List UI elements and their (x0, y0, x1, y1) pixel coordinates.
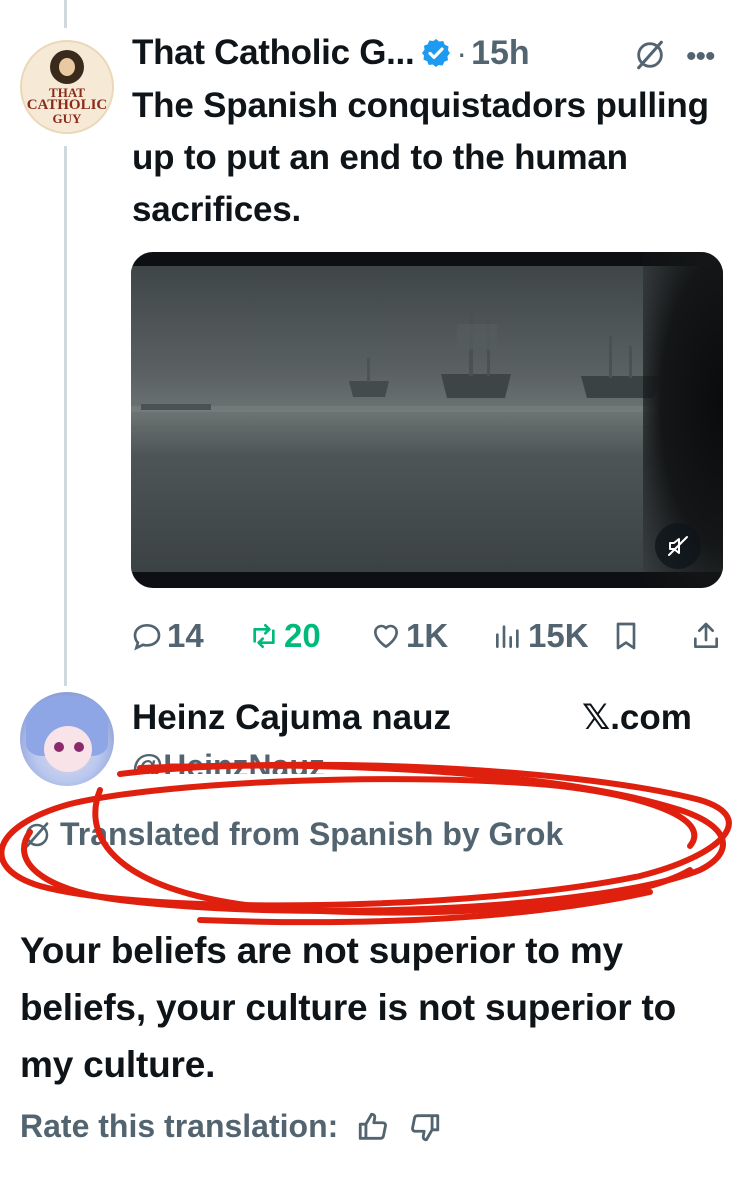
share-icon (694, 622, 718, 648)
tweet-video[interactable] (131, 252, 723, 588)
avatar-eye-right (74, 742, 84, 752)
more-icon[interactable]: ••• (686, 40, 715, 74)
tweet-header: That Catholic G... · 15h (132, 30, 530, 76)
video-scene (131, 266, 723, 572)
repost-button[interactable]: 20 (248, 614, 321, 658)
author-name[interactable]: That Catholic G... (132, 33, 415, 73)
avatar-figure (50, 49, 84, 84)
video-ships-illustration (131, 306, 723, 429)
thread-line (64, 146, 67, 686)
repost-count: 20 (284, 617, 321, 654)
reply-button[interactable]: 14 (131, 614, 204, 658)
reply-count: 14 (167, 617, 204, 654)
avatar-logo-text-3: GUY (52, 110, 82, 126)
bookmark-button[interactable] (610, 614, 642, 658)
thumbs-up-icon[interactable] (356, 1110, 390, 1144)
reply-author-avatar[interactable] (20, 692, 114, 786)
views-icon (496, 625, 519, 648)
thumbs-down-icon[interactable] (408, 1110, 442, 1144)
reply-icon (133, 623, 161, 651)
mute-icon (668, 536, 688, 556)
separator-dot: · (456, 34, 468, 71)
translation-notice[interactable]: Translated from Spanish by Grok (22, 816, 563, 853)
share-button[interactable] (690, 614, 722, 658)
mute-button[interactable] (655, 523, 701, 569)
views-count: 15K (528, 617, 589, 654)
grok-icon (25, 821, 49, 848)
author-avatar[interactable]: THAT CATHOLIC GUY (20, 40, 114, 134)
views-button[interactable]: 15K (492, 614, 589, 658)
like-button[interactable]: 1K (370, 614, 448, 658)
rate-label: Rate this translation: (20, 1108, 339, 1144)
thread-line-top (64, 0, 67, 28)
avatar-face (44, 726, 92, 772)
like-icon (374, 624, 398, 648)
source-label[interactable]: 𝕏.com (582, 698, 692, 738)
reply-author-handle[interactable]: @HeinzNauz (132, 748, 325, 774)
avatar-logo-text-2: CATHOLIC (26, 96, 108, 113)
verified-badge-icon (422, 39, 451, 67)
like-count: 1K (406, 617, 449, 654)
avatar-eye-left (54, 742, 64, 752)
tweet-text: The Spanish conquistadors pulling up to … (132, 86, 709, 229)
rate-translation: Rate this translation: (20, 1108, 442, 1145)
bookmark-icon (616, 622, 636, 650)
tweet-time[interactable]: 15h (471, 34, 530, 73)
reply-text: Your beliefs are not superior to my beli… (20, 930, 677, 1085)
reply-author-name[interactable]: Heinz Cajuma nauz (132, 698, 451, 738)
repost-icon (253, 624, 275, 648)
translation-notice-text: Translated from Spanish by Grok (60, 816, 564, 852)
grok-icon[interactable] (633, 38, 667, 72)
